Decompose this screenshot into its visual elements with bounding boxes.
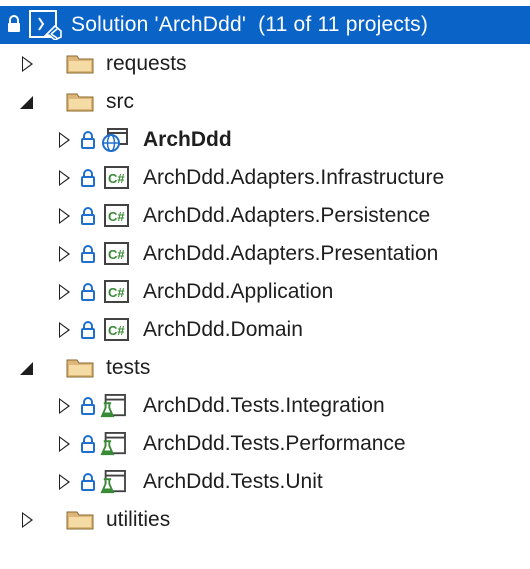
lock-icon: [81, 397, 95, 415]
svg-text:C#: C#: [108, 285, 125, 300]
project-label: ArchDdd.Domain: [143, 318, 303, 341]
lock-icon: [81, 283, 95, 301]
solution-title: Solution 'ArchDdd' (11 of 11 projects): [71, 13, 429, 36]
project-label: ArchDdd.Adapters.Persistence: [143, 204, 431, 227]
test-project-icon: [100, 470, 126, 494]
svg-text:C#: C#: [108, 171, 125, 186]
lock-icon: [81, 321, 95, 339]
svg-text:C#: C#: [108, 323, 125, 338]
csharp-project-icon: C#: [104, 166, 129, 189]
folder-row-utilities[interactable]: utilities: [0, 501, 530, 539]
solution-icon: [29, 10, 62, 40]
csharp-project-icon: C#: [104, 280, 129, 303]
project-label: ArchDdd: [143, 128, 232, 151]
lock-icon: [81, 131, 95, 149]
expand-arrow-icon[interactable]: [22, 56, 33, 72]
lock-icon: [81, 169, 95, 187]
folder-label: src: [106, 90, 134, 113]
test-project-icon: [100, 432, 126, 456]
web-project-icon: [102, 128, 128, 152]
csharp-project-icon: C#: [104, 318, 129, 341]
expand-arrow-icon[interactable]: [59, 322, 70, 338]
solution-root-row[interactable]: Solution 'ArchDdd' (11 of 11 projects): [0, 6, 530, 44]
folder-row-requests[interactable]: requests: [0, 45, 530, 83]
expand-arrow-icon[interactable]: [59, 474, 70, 490]
lock-icon: [81, 245, 95, 263]
svg-text:C#: C#: [108, 209, 125, 224]
project-row-domain[interactable]: C# ArchDdd.Domain: [0, 311, 530, 349]
expand-arrow-icon[interactable]: [59, 208, 70, 224]
collapse-arrow-icon[interactable]: [20, 96, 33, 109]
folder-row-src[interactable]: src: [0, 83, 530, 121]
expand-arrow-icon[interactable]: [59, 436, 70, 452]
lock-icon: [81, 207, 95, 225]
expand-arrow-icon[interactable]: [59, 398, 70, 414]
folder-row-tests[interactable]: tests: [0, 349, 530, 387]
lock-icon: [81, 473, 95, 491]
lock-icon: [81, 435, 95, 453]
csharp-project-icon: C#: [104, 204, 129, 227]
folder-icon: [66, 511, 94, 530]
project-row-unit[interactable]: ArchDdd.Tests.Unit: [0, 463, 530, 501]
folder-label: utilities: [106, 508, 171, 531]
project-row-infrastructure[interactable]: C# ArchDdd.Adapters.Infrastructure: [0, 159, 530, 197]
project-label: ArchDdd.Tests.Performance: [143, 432, 406, 455]
folder-label: tests: [106, 356, 151, 379]
lock-icon: [8, 15, 20, 32]
expand-arrow-icon[interactable]: [59, 284, 70, 300]
svg-text:C#: C#: [108, 247, 125, 262]
test-project-icon: [100, 394, 126, 418]
folder-icon: [66, 55, 94, 74]
project-label: ArchDdd.Tests.Unit: [143, 470, 323, 493]
folder-icon: [66, 93, 94, 112]
expand-arrow-icon[interactable]: [59, 132, 70, 148]
project-row-presentation[interactable]: C# ArchDdd.Adapters.Presentation: [0, 235, 530, 273]
collapse-arrow-icon[interactable]: [20, 362, 33, 375]
expand-arrow-icon[interactable]: [22, 512, 33, 528]
project-label: ArchDdd.Adapters.Infrastructure: [143, 166, 445, 189]
folder-label: requests: [106, 52, 187, 75]
project-row-application[interactable]: C# ArchDdd.Application: [0, 273, 530, 311]
project-row-performance[interactable]: ArchDdd.Tests.Performance: [0, 425, 530, 463]
folder-icon: [66, 359, 94, 378]
project-row-persistence[interactable]: C# ArchDdd.Adapters.Persistence: [0, 197, 530, 235]
project-row-archddd[interactable]: ArchDdd: [0, 121, 530, 159]
csharp-project-icon: C#: [104, 242, 129, 265]
project-label: ArchDdd.Tests.Integration: [143, 394, 385, 417]
project-label: ArchDdd.Application: [143, 280, 334, 303]
project-row-integration[interactable]: ArchDdd.Tests.Integration: [0, 387, 530, 425]
project-label: ArchDdd.Adapters.Presentation: [143, 242, 439, 265]
expand-arrow-icon[interactable]: [59, 246, 70, 262]
expand-arrow-icon[interactable]: [59, 170, 70, 186]
